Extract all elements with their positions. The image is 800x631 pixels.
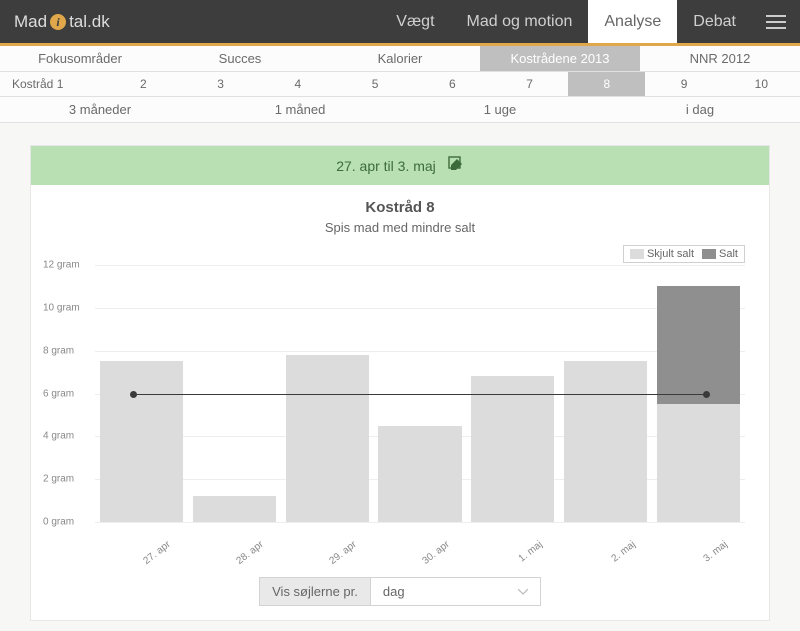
tip-7[interactable]: 7 — [491, 72, 568, 96]
info-icon: i — [49, 13, 67, 31]
y-tick-label: 6 gram — [43, 388, 74, 399]
subnav-tips: Kostråd 1 2 3 4 5 6 7 8 9 10 — [0, 72, 800, 97]
range-1m[interactable]: 1 måned — [200, 97, 400, 122]
subnav-fokus[interactable]: Fokusområder — [0, 46, 160, 71]
range-today[interactable]: i dag — [600, 97, 800, 122]
chart-area: Skjult salt Salt 0 gram2 gram4 gram6 gra… — [95, 243, 745, 543]
subnav-range: 3 måneder 1 måned 1 uge i dag — [0, 97, 800, 123]
y-tick-label: 2 gram — [43, 474, 74, 485]
tip-5[interactable]: 5 — [336, 72, 413, 96]
tip-3[interactable]: 3 — [182, 72, 259, 96]
subnav-kostraadene[interactable]: Kostrådene 2013 — [480, 46, 640, 71]
chart-legend: Skjult salt Salt — [623, 245, 745, 263]
brand-prefix: Mad — [14, 12, 47, 32]
chart-subtitle: Spis mad med mindre salt — [31, 216, 769, 243]
range-3m[interactable]: 3 måneder — [0, 97, 200, 122]
gridline — [95, 522, 745, 523]
subnav-succes[interactable]: Succes — [160, 46, 320, 71]
chart-plot: 0 gram2 gram4 gram6 gram8 gram10 gram12 … — [95, 265, 745, 523]
subnav-kalorier[interactable]: Kalorier — [320, 46, 480, 71]
brand-suffix: tal.dk — [69, 12, 110, 32]
tip-6[interactable]: 6 — [414, 72, 491, 96]
y-tick-label: 12 gram — [43, 260, 80, 271]
bar-seg-skjult — [100, 361, 183, 522]
bar-seg-skjult — [657, 404, 740, 522]
bar-seg-skjult — [564, 361, 647, 522]
tip-10[interactable]: 10 — [723, 72, 800, 96]
top-nav: Mad i tal.dk Vægt Mad og motion Analyse … — [0, 0, 800, 46]
range-1w[interactable]: 1 uge — [400, 97, 600, 122]
tip-9[interactable]: 9 — [645, 72, 722, 96]
subnav-categories: Fokusområder Succes Kalorier Kostrådene … — [0, 46, 800, 72]
edit-date-icon[interactable] — [448, 156, 464, 175]
legend-skjult: Skjult salt — [630, 248, 694, 260]
tip-4[interactable]: 4 — [259, 72, 336, 96]
legend-salt: Salt — [702, 248, 738, 260]
bar-seg-skjult — [471, 376, 554, 522]
bar-seg-salt — [657, 286, 740, 404]
chart-controls: Vis søjlerne pr. dag — [31, 543, 769, 620]
hamburger-icon[interactable] — [752, 0, 800, 43]
reference-line — [134, 394, 706, 395]
y-tick-label: 0 gram — [43, 517, 74, 528]
tip-8[interactable]: 8 — [568, 72, 645, 96]
tip-1[interactable]: Kostråd 1 — [0, 72, 105, 96]
group-by-selected: dag — [383, 584, 405, 599]
nav-mad-og-motion[interactable]: Mad og motion — [451, 0, 589, 43]
y-tick-label: 8 gram — [43, 345, 74, 356]
subnav-nnr[interactable]: NNR 2012 — [640, 46, 800, 71]
chart-card: 27. apr til 3. maj Kostråd 8 Spis mad me… — [30, 145, 770, 621]
date-range-bar: 27. apr til 3. maj — [31, 146, 769, 185]
group-by-select[interactable]: dag — [371, 577, 541, 606]
date-range-text: 27. apr til 3. maj — [336, 158, 436, 174]
bar-seg-skjult — [378, 426, 461, 522]
y-tick-label: 10 gram — [43, 302, 80, 313]
bar-seg-skjult — [193, 496, 276, 522]
brand[interactable]: Mad i tal.dk — [0, 0, 124, 43]
chevron-down-icon — [518, 589, 528, 595]
group-by-label: Vis søjlerne pr. — [259, 577, 371, 606]
nav-analyse[interactable]: Analyse — [588, 0, 677, 43]
y-tick-label: 4 gram — [43, 431, 74, 442]
bar-seg-skjult — [286, 355, 369, 522]
chart-title: Kostråd 8 — [31, 185, 769, 216]
tip-2[interactable]: 2 — [105, 72, 182, 96]
nav-debat[interactable]: Debat — [677, 0, 752, 43]
nav-vaegt[interactable]: Vægt — [380, 0, 450, 43]
x-labels: 27. apr28. apr29. apr30. apr1. maj2. maj… — [95, 539, 745, 550]
